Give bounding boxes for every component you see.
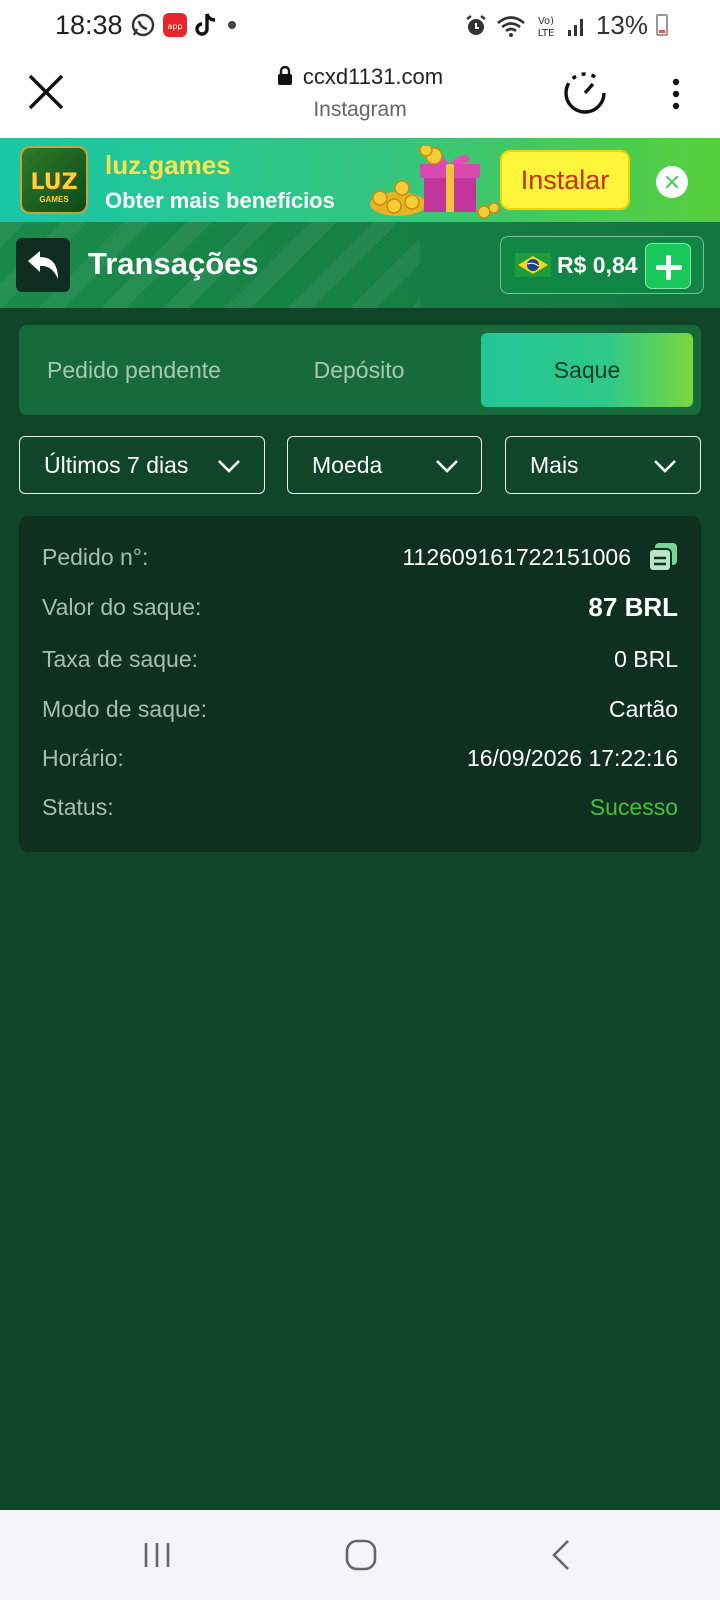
dot-icon [228,21,236,29]
deposit-plus-button[interactable] [645,243,691,289]
withdraw-amount-row: Valor do saque: 87 BRL [19,586,701,626]
time-label: Horário: [42,745,124,771]
period-dropdown[interactable]: Últimos 7 dias [19,436,265,494]
banner-title: luz.games [105,150,231,180]
withdraw-amount-label: Valor do saque: [42,594,202,620]
tiktok-icon [195,13,216,36]
period-dropdown-label: Últimos 7 dias [44,452,189,478]
lock-icon [277,66,292,85]
status-time: 18:38 [55,10,123,40]
close-banner-icon[interactable] [656,166,688,198]
svg-text:Vo): Vo) [538,16,554,27]
status-value: Sucesso [589,794,678,820]
back-nav-icon[interactable] [546,1538,576,1572]
order-number-row: Pedido n°: 112609161722151006 [19,536,701,576]
battery-icon [656,14,668,36]
chevron-down-icon [218,460,240,473]
home-icon[interactable] [344,1538,378,1572]
alarm-icon [466,14,486,35]
banner-subtitle: Obter mais benefícios [105,188,335,213]
address-bar[interactable]: ccxd1131.com [0,64,720,90]
withdraw-fee-row: Taxa de saque: 0 BRL [19,638,701,678]
notification-icons: app [130,12,240,38]
chevron-down-icon [436,460,458,473]
status-label: Status: [42,794,114,820]
install-button[interactable]: Instalar [500,150,630,210]
status-row: Status: Sucesso [19,786,701,826]
browser-toolbar: ccxd1131.com Instagram [0,52,720,138]
app-logo: LUZ GAMES [20,146,88,214]
copy-icon[interactable] [647,541,679,573]
back-button[interactable] [16,238,70,292]
currency-dropdown[interactable]: Moeda [287,436,482,494]
withdraw-fee-value: 0 BRL [614,646,678,672]
more-filters-dropdown[interactable]: Mais [505,436,701,494]
svg-text:LTE: LTE [538,28,555,39]
gift-coins-image [370,146,500,219]
install-banner: LUZ GAMES luz.games Obter mais benefício… [0,138,720,222]
more-menu-icon[interactable] [662,76,690,112]
tab-deposit[interactable]: Depósito [249,333,469,407]
withdraw-mode-label: Modo de saque: [42,696,207,722]
volte-icon: Vo)LTE [538,16,555,39]
brazil-flag-icon [515,253,551,277]
transaction-card: Pedido n°: 112609161722151006 Valor do s… [19,516,701,852]
svg-text:app: app [167,22,182,31]
balance-amount: R$ 0,84 [557,252,638,278]
withdraw-fee-label: Taxa de saque: [42,646,199,672]
app-icon: app [163,13,187,37]
time-row: Horário: 16/09/2026 17:22:16 [19,737,701,777]
balance-widget: R$ 0,84 [500,236,704,294]
currency-dropdown-label: Moeda [312,452,383,478]
back-arrow-icon [28,251,58,279]
page-url: ccxd1131.com [302,64,444,89]
battery-percentage: 13% [595,10,648,40]
order-number-value: 112609161722151006 [402,544,631,570]
system-navigation-bar [0,1510,720,1600]
chevron-down-icon [654,460,676,473]
withdraw-amount-value: 87 BRL [588,592,678,622]
whatsapp-icon [131,13,155,37]
order-number-label: Pedido n°: [42,544,149,570]
system-icons: Vo) LTE 13% [464,10,648,41]
status-bar: 18:38 app Vo) LTE 13% [0,0,720,52]
wifi-icon [497,15,525,37]
tab-withdraw[interactable]: Saque [481,333,693,407]
page-source: Instagram [313,98,407,121]
more-filters-label: Mais [530,452,579,478]
transaction-tabs: Pedido pendente Depósito Saque [19,325,701,415]
page-title: Transações [88,246,259,281]
tab-pending-order[interactable]: Pedido pendente [19,333,249,407]
withdraw-mode-row: Modo de saque: Cartão [19,688,701,728]
page-header: Transações R$ 0,84 [0,222,720,308]
speed-icon[interactable] [562,70,608,116]
signal-icon [567,18,583,36]
recent-apps-icon[interactable] [140,1538,174,1572]
time-value: 16/09/2026 17:22:16 [466,745,678,771]
withdraw-mode-value: Cartão [608,696,678,722]
